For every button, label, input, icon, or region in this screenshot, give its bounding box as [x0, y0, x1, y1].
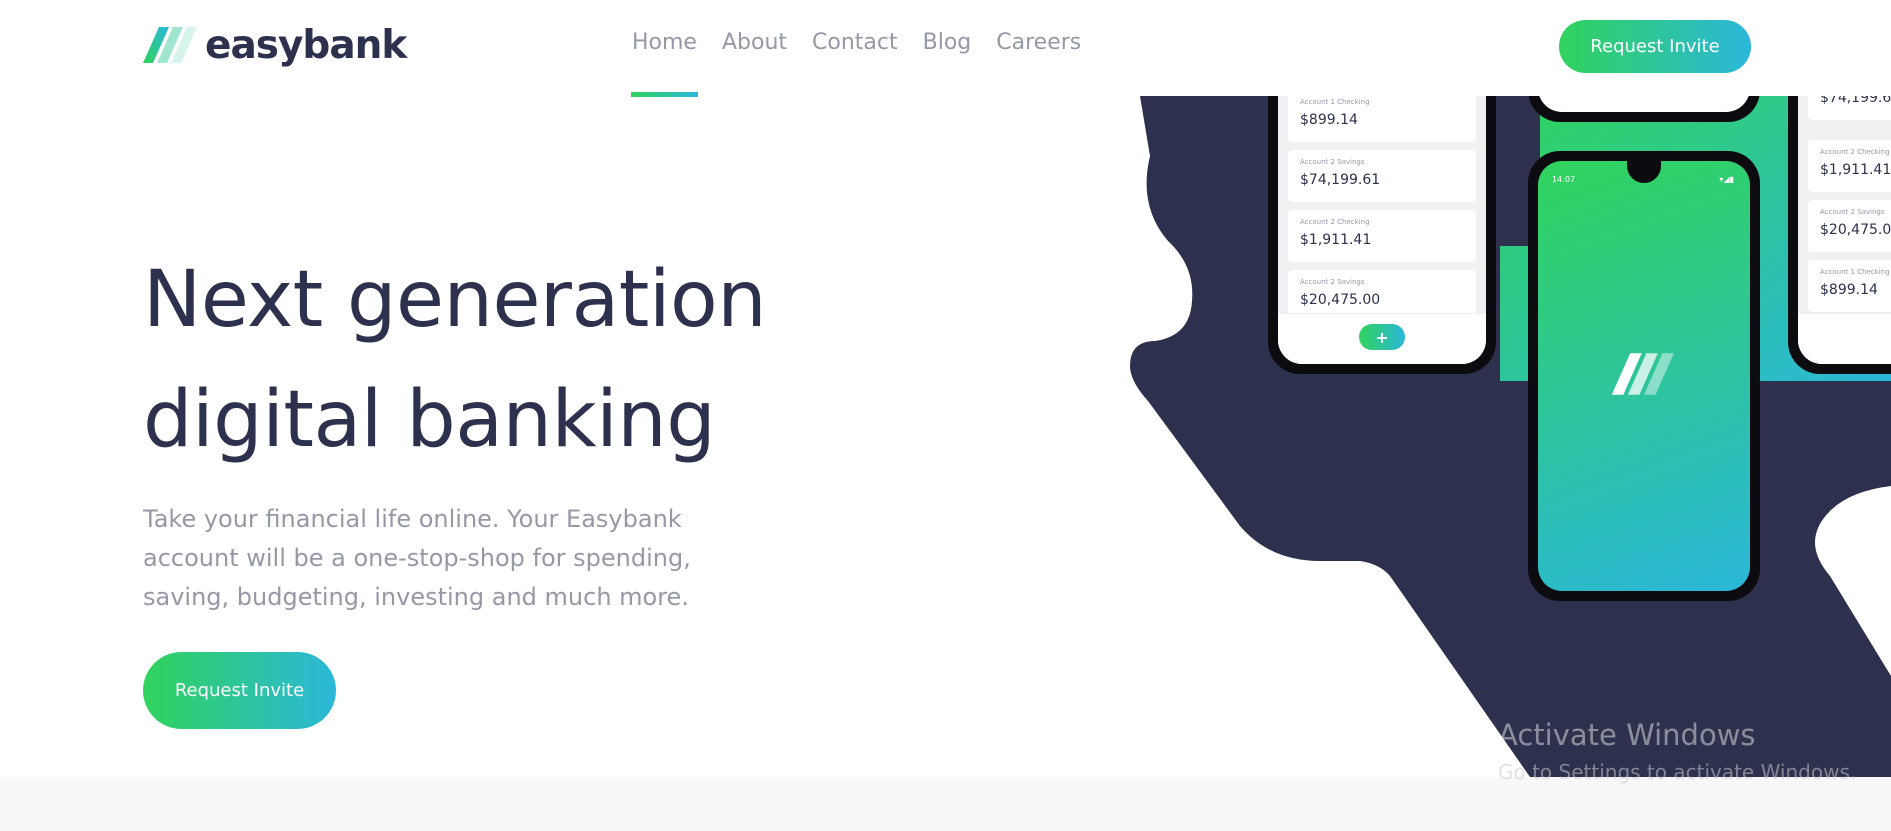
status-time: 14:07 — [1552, 175, 1576, 184]
account-amount: $20,475.00 — [1820, 222, 1891, 238]
phone-screen-left: Account 1 Checking $899.14 Account 2 Sav… — [1278, 96, 1486, 364]
account-label: Account 2 Checking — [1300, 218, 1370, 226]
hero-illustration: Account 1 Checking $899.14 Account 2 Sav… — [1110, 96, 1891, 777]
account-label: Account 2 Savings — [1820, 208, 1885, 216]
account-amount: $74,199.61 — [1820, 96, 1891, 106]
windows-activation-title: Activate Windows — [1498, 718, 1756, 752]
nav-item-blog[interactable]: Blog — [923, 30, 972, 96]
account-amount: $899.14 — [1300, 112, 1358, 128]
hero-title-line-1: Next generation — [143, 255, 767, 345]
brand-logo[interactable]: easybank — [143, 22, 407, 68]
account-card: Account 2 Checking $1,911.41 — [1288, 210, 1476, 262]
windows-activation-subtitle: Go to Settings to activate Windows. — [1498, 760, 1857, 784]
logo-stripes-icon — [143, 27, 197, 63]
account-amount: $1,911.41 — [1820, 162, 1891, 178]
hero-request-invite-button[interactable]: Request Invite — [143, 652, 336, 729]
app-logo-icon — [1611, 353, 1674, 395]
phone-screen-top — [1538, 96, 1750, 112]
hero-description: Take your financial life online. Your Ea… — [143, 505, 691, 611]
nav-item-about[interactable]: About — [722, 30, 787, 96]
site-header: easybank Home About Contact Blog Careers… — [0, 0, 1891, 97]
account-amount: $20,475.00 — [1300, 292, 1381, 308]
main-nav: Home About Contact Blog Careers — [631, 30, 1081, 97]
account-label: Account 2 Checking — [1820, 148, 1890, 156]
nav-item-contact[interactable]: Contact — [812, 30, 898, 96]
account-label: Account 2 Savings — [1300, 158, 1365, 166]
phone-mockup-center: 14:07 ▾◢▮ — [1528, 151, 1760, 601]
account-card: Account 1 Checking $899.14 — [1288, 96, 1476, 142]
background-blob-shape — [1130, 96, 1891, 777]
phone-notch — [1627, 161, 1661, 183]
account-label: Account 1 Checking — [1820, 268, 1890, 276]
account-card: $74,199.61 — [1808, 96, 1891, 120]
header-request-invite-button[interactable]: Request Invite — [1559, 20, 1751, 73]
plus-icon: + — [1359, 324, 1405, 350]
account-card: Account 2 Checking $1,911.41 — [1808, 140, 1891, 192]
account-amount: $74,199.61 — [1300, 172, 1381, 188]
phone-mockup-left: Account 1 Checking $899.14 Account 2 Sav… — [1268, 96, 1496, 374]
account-card: Account 2 Savings $20,475.00 — [1808, 200, 1891, 252]
hero-title: Next generation digital banking — [143, 240, 783, 480]
phone-bottom-bar: + — [1278, 313, 1486, 364]
phone-bottom-bar: + — [1798, 313, 1891, 364]
signal-battery-icon: ▾◢▮ — [1719, 175, 1734, 184]
account-label: Account 1 Checking — [1300, 98, 1370, 106]
account-label: Account 2 Savings — [1300, 278, 1365, 286]
nav-item-careers[interactable]: Careers — [996, 30, 1081, 96]
phone-screen-right: $74,199.61 Account 2 Checking $1,911.41 … — [1798, 96, 1891, 364]
account-card: Account 2 Savings $74,199.61 — [1288, 150, 1476, 202]
hero-title-line-2: digital banking — [143, 375, 716, 465]
hero-text: Next generation digital banking Take you… — [143, 240, 783, 617]
phone-mockup-top — [1528, 96, 1760, 122]
account-amount: $899.14 — [1820, 282, 1878, 298]
account-amount: $1,911.41 — [1300, 232, 1372, 248]
nav-item-home[interactable]: Home — [631, 30, 698, 97]
phone-screen-center: 14:07 ▾◢▮ — [1538, 161, 1750, 591]
next-section-band — [0, 777, 1891, 831]
phone-mockup-right: $74,199.61 Account 2 Checking $1,911.41 … — [1788, 96, 1891, 374]
brand-name: easybank — [205, 22, 407, 68]
account-card: Account 1 Checking $899.14 — [1808, 260, 1891, 312]
